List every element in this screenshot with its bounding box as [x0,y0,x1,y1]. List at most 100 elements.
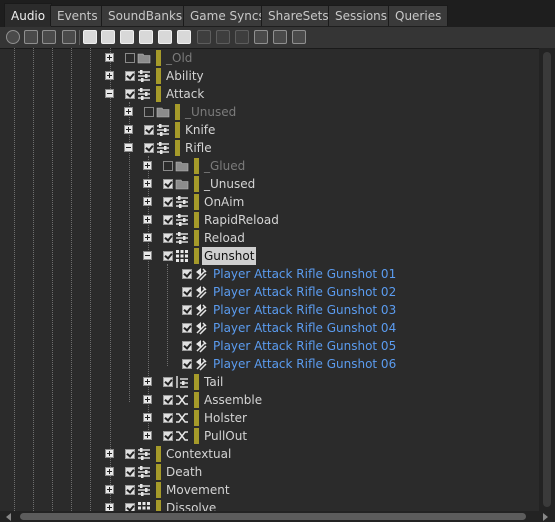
scroll-right-icon[interactable] [543,513,548,521]
include-checkbox[interactable] [163,233,173,243]
include-checkbox[interactable] [182,269,192,279]
include-checkbox[interactable] [182,305,192,315]
tree-item-label[interactable]: Attack [166,85,204,103]
tree-row[interactable]: Player Attack Rifle Gunshot 06 [0,355,539,373]
include-checkbox[interactable] [163,251,173,261]
tree-row[interactable]: Player Attack Rifle Gunshot 02 [0,283,539,301]
actor-mixer-icon[interactable] [62,30,76,44]
tree-row[interactable]: Assemble [0,391,539,409]
folder-icon[interactable] [24,30,38,44]
tree-row[interactable]: Player Attack Rifle Gunshot 01 [0,265,539,283]
tree-row[interactable]: PullOut [0,427,539,445]
tree-row[interactable]: Tail [0,373,539,391]
include-checkbox[interactable] [125,89,135,99]
include-checkbox[interactable] [125,449,135,459]
expand-plus-icon[interactable] [143,431,152,440]
tree-row[interactable]: Attack [0,85,539,103]
tree-item-label[interactable]: Player Attack Rifle Gunshot 04 [213,319,396,337]
expand-plus-icon[interactable] [105,467,114,476]
tree-item-label[interactable]: Player Attack Rifle Gunshot 05 [213,337,396,355]
tree-row[interactable]: OnAim [0,193,539,211]
expand-plus-icon[interactable] [143,215,152,224]
vertical-scrollbar[interactable] [539,48,555,511]
tree-row[interactable]: Ability [0,67,539,85]
tree-item-label[interactable]: _Old [166,49,192,67]
expand-plus-icon[interactable] [105,449,114,458]
work-unit-icon[interactable] [42,30,56,44]
tab-events[interactable]: Events [50,5,105,26]
tree-row[interactable]: _Old [0,49,539,67]
include-checkbox[interactable] [163,161,173,171]
collapse-minus-icon[interactable] [143,251,152,260]
tree-item-label[interactable]: PullOut [204,427,247,445]
audio-bus-icon[interactable] [197,30,211,44]
expand-icon[interactable] [292,30,306,44]
include-checkbox[interactable] [125,485,135,495]
include-checkbox[interactable] [125,503,135,511]
horizontal-scrollbar[interactable] [0,511,555,522]
include-checkbox[interactable] [163,197,173,207]
tree-item-label[interactable]: Assemble [204,391,262,409]
expand-plus-icon[interactable] [124,107,133,116]
expand-plus-icon[interactable] [143,179,152,188]
expand-plus-icon[interactable] [105,485,114,494]
sound-sfx-icon[interactable] [158,30,172,44]
expand-plus-icon[interactable] [105,71,114,80]
tree-item-label[interactable]: Reload [204,229,245,247]
include-checkbox[interactable] [163,179,173,189]
tree-row[interactable]: Death [0,463,539,481]
collapse-minus-icon[interactable] [105,89,114,98]
tab-audio[interactable]: Audio [4,3,53,27]
tree-row[interactable]: Reload [0,229,539,247]
tree-row[interactable]: _Unused [0,175,539,193]
tree-item-label[interactable]: Movement [166,481,230,499]
sequence-container-icon[interactable] [101,30,115,44]
layout-alt-icon[interactable] [273,30,287,44]
tree-row[interactable]: Contextual [0,445,539,463]
include-checkbox[interactable] [182,359,192,369]
tree-row[interactable]: _Unused [0,103,539,121]
tab-queries[interactable]: Queries [388,5,449,26]
expand-plus-icon[interactable] [105,53,114,62]
include-checkbox[interactable] [144,107,154,117]
tree-row[interactable]: Knife [0,121,539,139]
tree-item-label[interactable]: Death [166,463,202,481]
include-checkbox[interactable] [125,71,135,81]
tree-item-label[interactable]: Dissolve [166,499,216,511]
blend-container-icon[interactable] [83,30,97,44]
tree-item-label[interactable]: Holster [204,409,247,427]
tree-item-label[interactable]: Player Attack Rifle Gunshot 06 [213,355,396,373]
tree-row[interactable]: RapidReload [0,211,539,229]
tree-row[interactable]: Player Attack Rifle Gunshot 04 [0,319,539,337]
power-icon[interactable] [6,30,20,44]
tree-item-label[interactable]: Player Attack Rifle Gunshot 02 [213,283,396,301]
include-checkbox[interactable] [125,53,135,63]
voice-icon[interactable] [177,30,191,44]
vertical-scrollbar-track[interactable] [543,52,551,507]
expand-plus-icon[interactable] [143,377,152,386]
expand-plus-icon[interactable] [124,125,133,134]
tree-item-label[interactable]: _Glued [204,157,245,175]
tree-row[interactable]: Holster [0,409,539,427]
switch-container-icon[interactable] [139,30,153,44]
tree-item-label[interactable]: Player Attack Rifle Gunshot 03 [213,301,396,319]
tree-item-label[interactable]: Tail [204,373,223,391]
expand-plus-icon[interactable] [143,197,152,206]
expand-plus-icon[interactable] [143,395,152,404]
expand-plus-icon[interactable] [143,413,152,422]
tree-row[interactable]: Gunshot [0,247,539,265]
tree-item-label[interactable]: Contextual [166,445,231,463]
tree-item-label[interactable]: Ability [166,67,204,85]
include-checkbox[interactable] [182,323,192,333]
tree-row[interactable]: _Glued [0,157,539,175]
expand-plus-icon[interactable] [143,161,152,170]
tree-row[interactable]: Rifle [0,139,539,157]
expand-plus-icon[interactable] [143,233,152,242]
tree-row[interactable]: Player Attack Rifle Gunshot 05 [0,337,539,355]
motion-icon[interactable] [235,30,249,44]
include-checkbox[interactable] [163,377,173,387]
include-checkbox[interactable] [163,395,173,405]
include-checkbox[interactable] [144,125,154,135]
collapse-minus-icon[interactable] [124,143,133,152]
tree-item-label[interactable]: Knife [185,121,215,139]
